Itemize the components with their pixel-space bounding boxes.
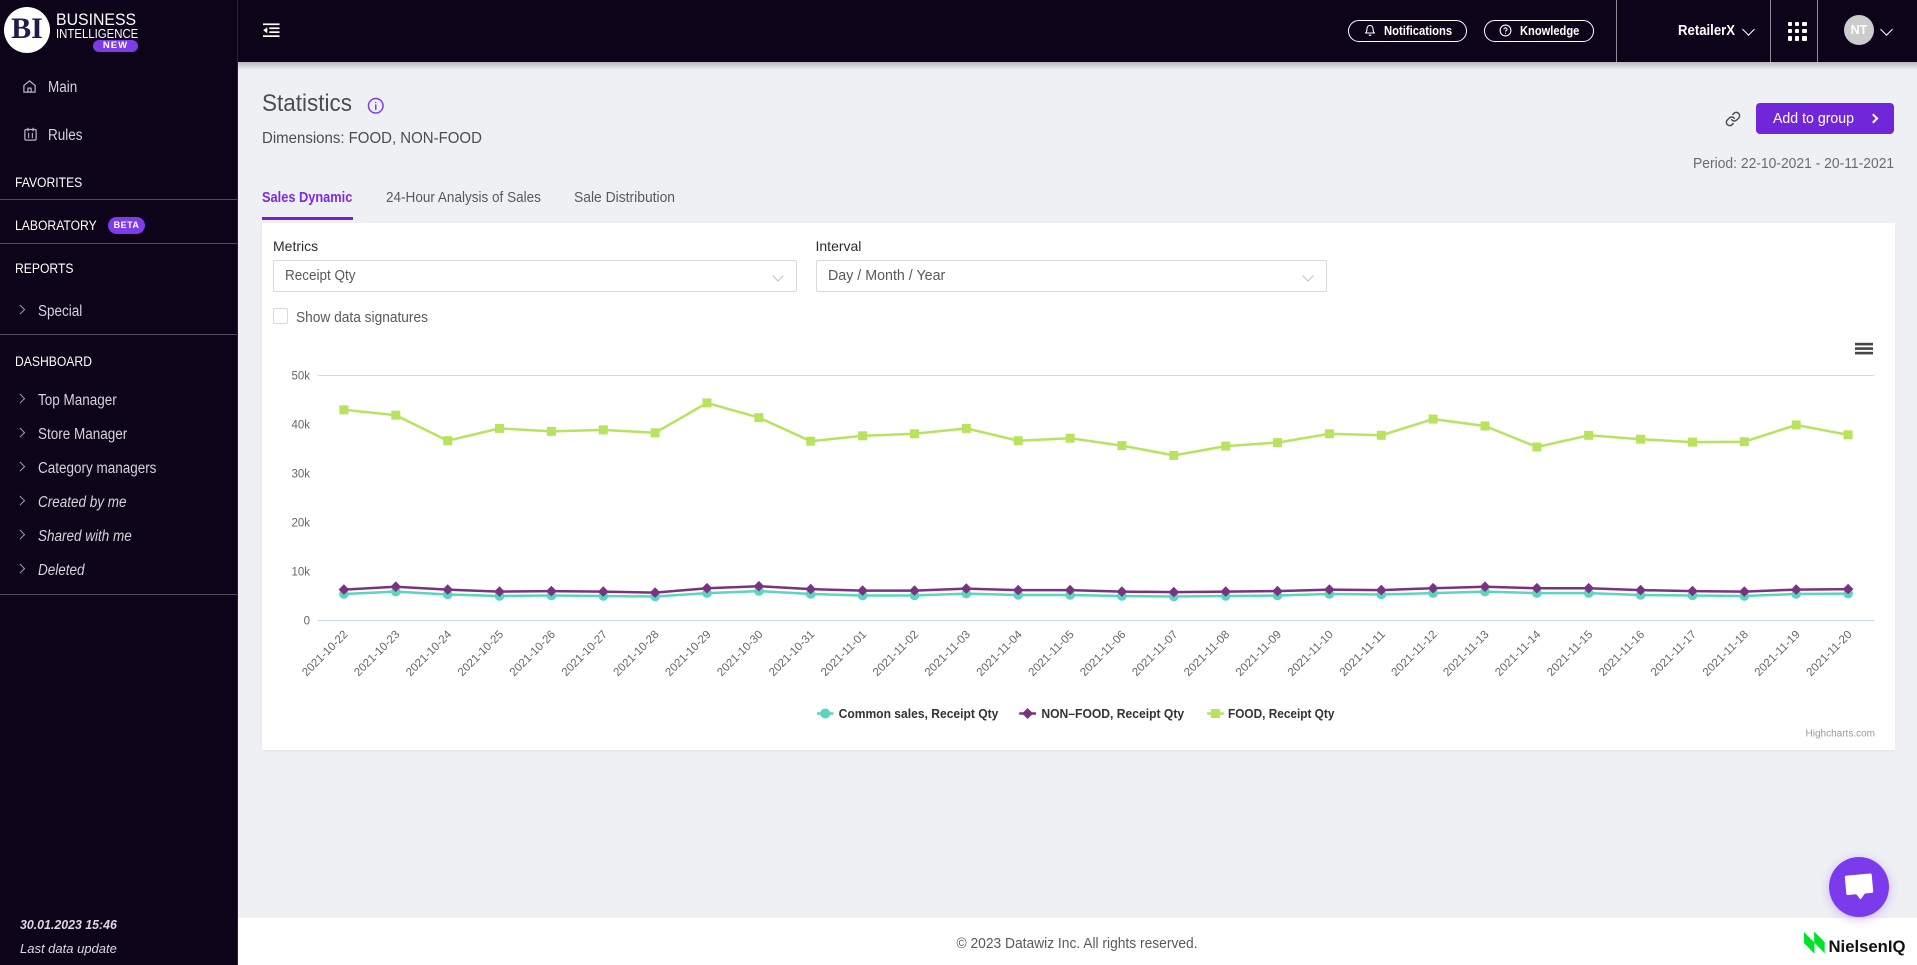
svg-text:FOOD, Receipt Qty: FOOD, Receipt Qty: [1228, 707, 1334, 721]
svg-text:2021-11-14: 2021-11-14: [1493, 628, 1544, 679]
svg-text:2021-11-09: 2021-11-09: [1234, 629, 1284, 679]
svg-text:NON–FOOD, Receipt Qty: NON–FOOD, Receipt Qty: [1041, 707, 1184, 721]
svg-text:2021-11-06: 2021-11-06: [1078, 629, 1128, 679]
svg-text:2021-11-01: 2021-11-01: [819, 629, 869, 679]
svg-text:2021-11-16: 2021-11-16: [1597, 629, 1647, 679]
svg-text:0: 0: [304, 616, 310, 628]
svg-text:2021-10-30: 2021-10-30: [715, 629, 765, 679]
svg-text:2021-11-10: 2021-11-10: [1286, 629, 1336, 679]
svg-text:10k: 10k: [291, 567, 310, 579]
svg-text:2021-10-28: 2021-10-28: [612, 629, 662, 679]
svg-text:20k: 20k: [291, 518, 310, 530]
svg-text:2021-11-03: 2021-11-03: [923, 629, 973, 679]
svg-text:2021-11-15: 2021-11-15: [1545, 629, 1595, 679]
svg-text:2021-11-05: 2021-11-05: [1027, 629, 1077, 679]
svg-text:2021-11-18: 2021-11-18: [1701, 629, 1751, 679]
svg-text:2021-10-22: 2021-10-22: [300, 629, 350, 679]
svg-text:2021-10-27: 2021-10-27: [560, 629, 610, 679]
svg-text:2021-10-26: 2021-10-26: [508, 629, 558, 679]
svg-text:40k: 40k: [291, 420, 310, 432]
svg-text:2021-10-24: 2021-10-24: [404, 628, 455, 679]
svg-text:2021-11-17: 2021-11-17: [1649, 629, 1699, 679]
svg-text:Highcharts.com: Highcharts.com: [1806, 729, 1875, 740]
svg-text:2021-11-04: 2021-11-04: [975, 628, 1026, 679]
svg-text:2021-10-23: 2021-10-23: [352, 629, 402, 679]
svg-text:50k: 50k: [291, 371, 310, 383]
svg-text:2021-11-13: 2021-11-13: [1441, 629, 1491, 679]
svg-text:2021-11-19: 2021-11-19: [1753, 629, 1803, 679]
svg-text:2021-11-02: 2021-11-02: [871, 629, 921, 679]
svg-text:Common sales, Receipt Qty: Common sales, Receipt Qty: [839, 707, 999, 721]
svg-text:2021-11-07: 2021-11-07: [1130, 629, 1180, 679]
svg-text:2021-11-20: 2021-11-20: [1805, 629, 1855, 679]
svg-text:2021-11-08: 2021-11-08: [1182, 629, 1232, 679]
svg-text:30k: 30k: [291, 469, 310, 481]
svg-text:2021-11-11: 2021-11-11: [1338, 629, 1388, 679]
svg-text:2021-10-29: 2021-10-29: [663, 629, 713, 679]
svg-text:2021-10-25: 2021-10-25: [456, 629, 506, 679]
svg-text:2021-11-12: 2021-11-12: [1390, 629, 1440, 679]
svg-text:NielsenIQ: NielsenIQ: [1829, 938, 1906, 956]
svg-text:2021-10-31: 2021-10-31: [767, 629, 817, 679]
